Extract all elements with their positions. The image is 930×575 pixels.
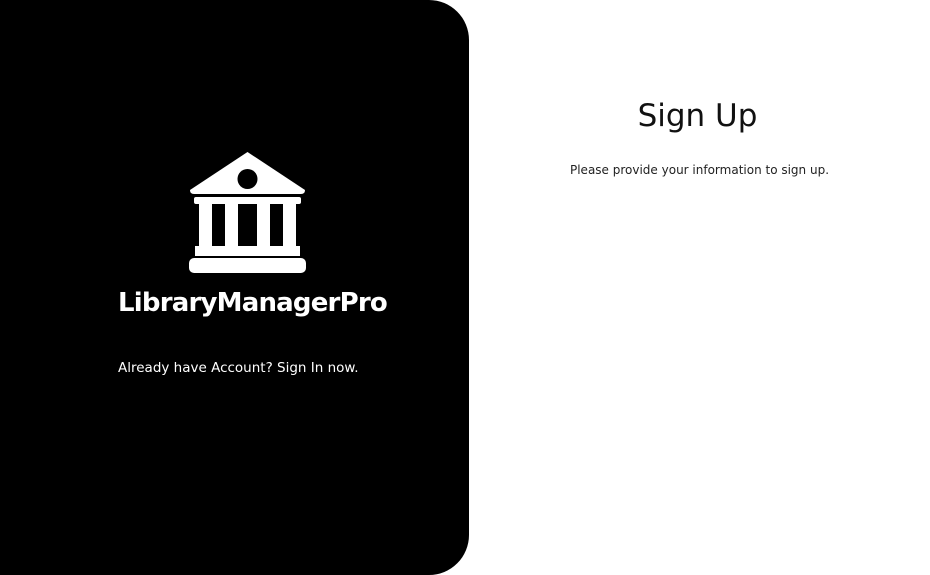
signup-page: LibraryManagerPro Already have Account? … bbox=[0, 0, 930, 575]
sign-in-link[interactable]: Already have Account? Sign In now. bbox=[118, 360, 359, 376]
brand-name: LibraryManagerPro bbox=[118, 288, 388, 318]
signup-form-panel: Sign Up Please provide your information … bbox=[469, 0, 930, 575]
library-building-icon bbox=[189, 152, 306, 273]
form-subtitle: Please provide your information to sign … bbox=[569, 163, 830, 177]
page-title: Sign Up bbox=[637, 98, 758, 134]
brand-panel: LibraryManagerPro Already have Account? … bbox=[0, 0, 469, 575]
